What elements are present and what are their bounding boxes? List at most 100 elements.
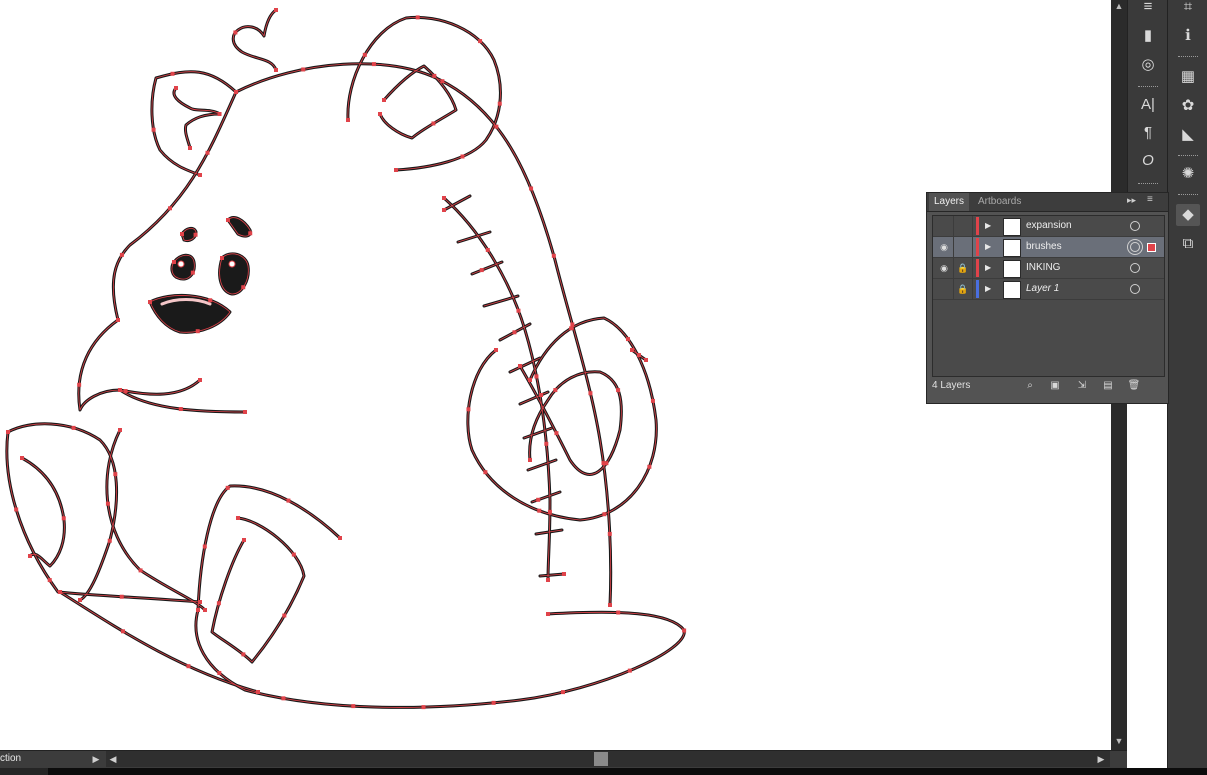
anchor-point[interactable]: [528, 458, 532, 462]
anchor-point[interactable]: [274, 8, 278, 12]
lock-toggle[interactable]: 🔒: [954, 279, 973, 299]
anchor-point[interactable]: [626, 337, 631, 342]
panel-grip[interactable]: [1178, 56, 1198, 59]
anchor-point[interactable]: [616, 388, 621, 393]
status-menu-arrow[interactable]: ▶: [90, 753, 102, 765]
anchor-point[interactable]: [6, 430, 10, 434]
anchor-point[interactable]: [151, 127, 156, 132]
horizontal-scroll-thumb[interactable]: [594, 752, 608, 766]
anchor-point[interactable]: [174, 86, 178, 90]
anchor-point[interactable]: [636, 353, 641, 358]
anchor-point[interactable]: [644, 358, 648, 362]
anchor-point[interactable]: [291, 552, 296, 557]
anchor-point[interactable]: [47, 578, 52, 583]
anchor-point[interactable]: [351, 704, 356, 709]
anchor-point[interactable]: [148, 300, 152, 304]
tab-layers[interactable]: Layers: [929, 193, 970, 211]
expand-triangle-icon[interactable]: ▶: [985, 258, 995, 278]
anchor-point[interactable]: [647, 464, 652, 469]
layer-target-icon[interactable]: [1130, 284, 1140, 294]
anchor-point[interactable]: [233, 30, 238, 35]
status-selection-label[interactable]: ction: [0, 753, 21, 764]
ink-stroke[interactable]: [210, 516, 306, 664]
anchor-point[interactable]: [256, 690, 260, 694]
stroke-icon[interactable]: ◣: [1176, 124, 1200, 146]
anchor-point[interactable]: [241, 652, 246, 657]
anchor-point[interactable]: [167, 206, 172, 211]
anchor-point[interactable]: [243, 410, 247, 414]
anchor-point[interactable]: [562, 572, 566, 576]
anchor-point[interactable]: [248, 231, 253, 236]
opentype-icon[interactable]: O: [1136, 150, 1160, 172]
visibility-toggle[interactable]: ◉: [935, 237, 954, 257]
ink-stroke[interactable]: [346, 15, 502, 172]
anchor-point[interactable]: [627, 668, 632, 673]
panel-grip[interactable]: [1178, 194, 1198, 197]
anchor-point[interactable]: [371, 62, 376, 67]
selection-indicator[interactable]: [1147, 243, 1156, 252]
ink-stroke[interactable]: [5, 430, 202, 604]
paragraph-icon[interactable]: ¶: [1136, 122, 1160, 144]
anchor-point[interactable]: [536, 497, 541, 502]
anchor-point[interactable]: [537, 508, 542, 513]
layer-target-icon[interactable]: [1130, 242, 1140, 252]
tab-artboards[interactable]: Artboards: [973, 193, 1026, 211]
anchor-point[interactable]: [682, 628, 687, 633]
anchor-point[interactable]: [78, 598, 82, 602]
anchor-point[interactable]: [346, 118, 350, 122]
anchor-point[interactable]: [604, 461, 609, 466]
scroll-right-arrow[interactable]: ▶: [1096, 753, 1106, 765]
anchor-point[interactable]: [378, 112, 382, 116]
anchor-point[interactable]: [478, 39, 483, 44]
expand-triangle-icon[interactable]: ▶: [985, 216, 995, 236]
anchor-point[interactable]: [170, 71, 175, 76]
layer-name[interactable]: brushes: [1026, 237, 1062, 257]
anchor-point[interactable]: [198, 173, 202, 177]
anchor-point[interactable]: [217, 670, 222, 675]
ink-stroke[interactable]: [105, 428, 207, 612]
scroll-down-arrow[interactable]: ▼: [1114, 736, 1124, 746]
layer-row[interactable]: ◉ 🔒 ▶ INKING: [933, 258, 1164, 279]
anchor-point[interactable]: [442, 208, 446, 212]
anchor-point[interactable]: [28, 554, 32, 558]
panel-menu-icon[interactable]: ≡: [1147, 194, 1153, 205]
anchor-point[interactable]: [382, 98, 386, 102]
anchor-point[interactable]: [518, 364, 522, 368]
anchor-point[interactable]: [588, 391, 593, 396]
anchor-point[interactable]: [107, 538, 112, 543]
anchor-point[interactable]: [394, 168, 398, 172]
anchor-point[interactable]: [14, 507, 19, 512]
create-sublayer-icon[interactable]: ⇲: [1075, 378, 1089, 394]
anchor-point[interactable]: [61, 516, 66, 521]
ink-stroke[interactable]: [442, 194, 566, 578]
info-icon[interactable]: ℹ: [1176, 25, 1200, 47]
visibility-toggle[interactable]: ◉: [935, 258, 954, 278]
anchor-point[interactable]: [440, 79, 445, 84]
expand-triangle-icon[interactable]: ▶: [985, 279, 995, 299]
ink-stroke[interactable]: [234, 62, 613, 607]
expand-triangle-icon[interactable]: ▶: [985, 237, 995, 257]
anchor-point[interactable]: [282, 613, 287, 618]
anchor-point[interactable]: [529, 186, 534, 191]
anchor-point[interactable]: [415, 15, 420, 20]
visibility-toggle[interactable]: [935, 216, 954, 236]
anchor-point[interactable]: [198, 600, 202, 604]
anchor-point[interactable]: [242, 538, 246, 542]
anchor-point[interactable]: [58, 590, 62, 594]
anchor-point[interactable]: [178, 407, 183, 412]
anchor-point[interactable]: [120, 629, 125, 634]
anchor-point[interactable]: [198, 378, 202, 382]
anchor-point[interactable]: [203, 608, 207, 612]
anchor-point[interactable]: [118, 428, 122, 432]
anchor-point[interactable]: [226, 218, 230, 222]
anchor-point[interactable]: [569, 326, 574, 331]
anchor-point[interactable]: [241, 285, 246, 290]
swatches-icon[interactable]: ▦: [1176, 66, 1200, 88]
anchor-point[interactable]: [561, 690, 566, 695]
layer-name[interactable]: INKING: [1026, 258, 1060, 278]
anchor-point[interactable]: [190, 270, 195, 275]
anchor-point[interactable]: [432, 73, 437, 78]
anchor-point[interactable]: [607, 531, 612, 536]
anchor-point[interactable]: [546, 612, 550, 616]
anchor-point[interactable]: [630, 348, 634, 352]
